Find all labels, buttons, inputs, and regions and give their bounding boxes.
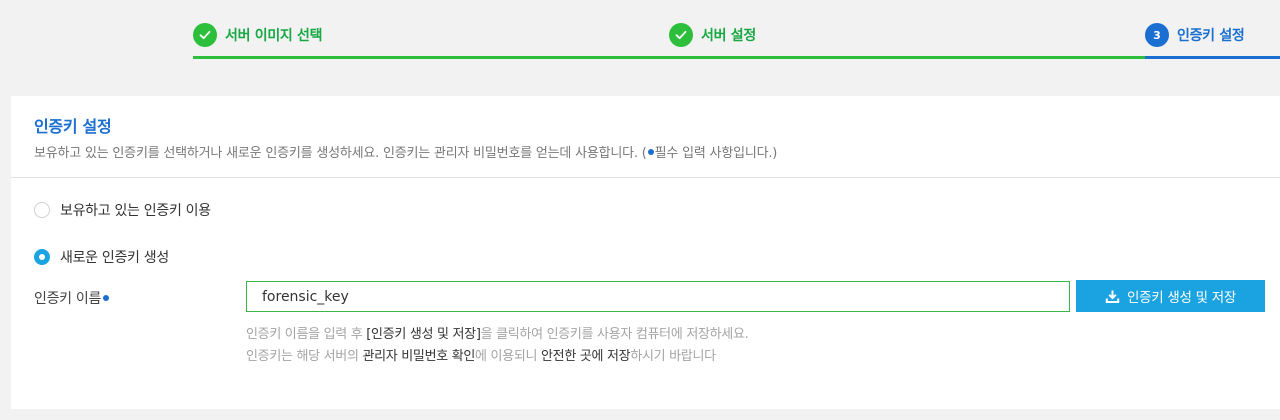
step-progress-line-done (193, 56, 1145, 59)
check-icon (669, 23, 693, 47)
help-emphasis: 안전한 곳에 저장 (541, 349, 631, 364)
help-emphasis: 관리자 비밀번호 확인 (362, 349, 476, 364)
key-name-input[interactable] (246, 281, 1070, 312)
step-auth-key: 3 인증키 설정 (1145, 22, 1245, 48)
help-emphasis: [인증키 생성 및 저장] (366, 327, 481, 342)
generate-save-key-button[interactable]: 인증키 생성 및 저장 (1076, 280, 1265, 312)
required-dot-icon (103, 294, 110, 301)
download-icon (1105, 289, 1120, 304)
check-icon (193, 23, 217, 47)
auth-key-panel: 인증키 설정 보유하고 있는 인증키를 선택하거나 새로운 인증키를 생성하세요… (11, 96, 1280, 409)
radio-label: 새로운 인증키 생성 (60, 250, 169, 266)
progress-stepper: 서버 이미지 선택 서버 설정 3 인증키 설정 (0, 0, 1280, 60)
generate-save-key-label: 인증키 생성 및 저장 (1127, 290, 1236, 306)
radio-circle[interactable] (34, 202, 50, 218)
step-progress-line-active (1145, 56, 1280, 59)
key-name-label: 인증키 이름 (34, 288, 110, 308)
radio-new-key[interactable]: 새로운 인증키 생성 (34, 247, 169, 267)
help-text-line-1: 인증키 이름을 입력 후 [인증키 생성 및 저장]을 클릭하여 인증키를 사용… (246, 327, 749, 342)
required-note: 필수 입력 사항입니다.) (654, 146, 778, 161)
step-server-image[interactable]: 서버 이미지 선택 (193, 22, 323, 48)
step-label: 서버 설정 (701, 28, 756, 44)
step-number-badge: 3 (1145, 23, 1169, 47)
step-label: 인증키 설정 (1177, 28, 1245, 44)
panel-title: 인증키 설정 (34, 117, 112, 136)
description-text: 보유하고 있는 인증키를 선택하거나 새로운 인증키를 생성하세요. 인증키는 … (34, 146, 647, 161)
step-server-settings[interactable]: 서버 설정 (669, 22, 756, 48)
required-dot-icon (647, 149, 654, 155)
panel-header: 인증키 설정 보유하고 있는 인증키를 선택하거나 새로운 인증키를 생성하세요… (11, 96, 1280, 178)
key-name-label-text: 인증키 이름 (34, 291, 102, 307)
radio-circle-selected[interactable] (34, 249, 50, 265)
step-label: 서버 이미지 선택 (225, 28, 323, 44)
radio-existing-key[interactable]: 보유하고 있는 인증키 이용 (34, 200, 211, 220)
help-text-line-2: 인증키는 해당 서버의 관리자 비밀번호 확인에 이용되니 안전한 곳에 저장하… (246, 349, 716, 364)
radio-label: 보유하고 있는 인증키 이용 (60, 203, 211, 219)
panel-description: 보유하고 있는 인증키를 선택하거나 새로운 인증키를 생성하세요. 인증키는 … (34, 142, 777, 161)
